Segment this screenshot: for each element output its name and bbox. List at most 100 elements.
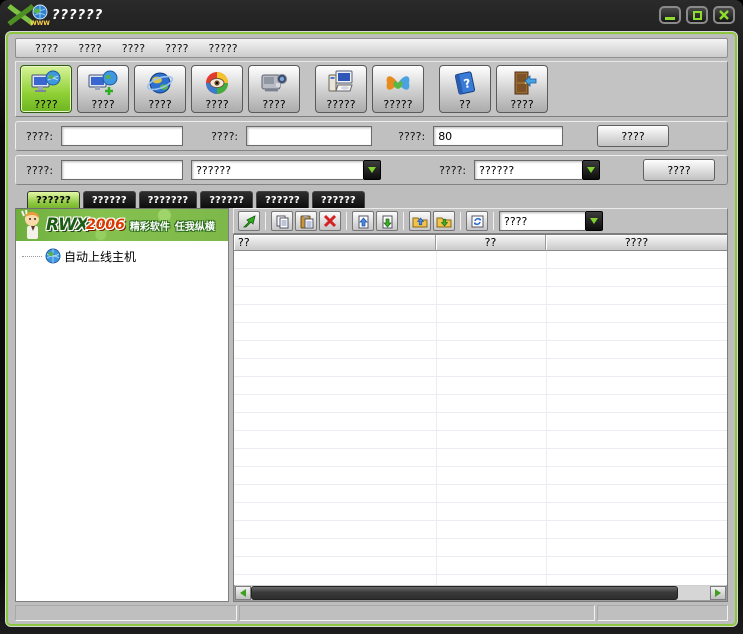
globe-icon — [45, 248, 61, 264]
option-combobox[interactable]: ?????? — [474, 160, 600, 180]
type-combobox[interactable]: ?????? — [191, 160, 381, 180]
minimize-button[interactable] — [659, 6, 681, 24]
combobox-dropdown-button[interactable] — [582, 160, 600, 180]
paste-icon — [299, 214, 314, 229]
tree-branch-line — [22, 256, 42, 257]
file-list-panel: ???? ?? ?? ???? — [233, 208, 728, 602]
toolbar-separator — [265, 212, 266, 230]
scrollbar-track[interactable] — [251, 586, 710, 600]
combobox-dropdown-button[interactable] — [363, 160, 381, 180]
list-toolbar: ???? — [233, 208, 728, 234]
combobox-dropdown-button[interactable] — [585, 211, 603, 231]
globe-www-icon: WWW — [30, 4, 50, 26]
column-header-type[interactable]: ???? — [546, 235, 727, 251]
titlebar[interactable]: WWW ?????? — [0, 0, 743, 30]
maximize-icon — [693, 11, 702, 20]
tree-item-label: 自动上线主机 — [64, 248, 136, 265]
status-cell-3 — [597, 605, 728, 621]
toolbar-button-add-host[interactable]: ???? — [77, 65, 129, 113]
tab-2[interactable]: ?????? — [83, 191, 136, 208]
statusbar — [15, 605, 728, 621]
refresh-button[interactable] — [466, 211, 488, 231]
run-arrow-icon — [242, 214, 257, 229]
connect-icon — [31, 68, 61, 98]
download-file-button[interactable] — [376, 211, 398, 231]
toolbar-button-exit[interactable]: ???? — [496, 65, 548, 113]
combobox-value: ?????? — [191, 160, 363, 180]
toolbar-button-help[interactable]: ? ?? — [439, 65, 491, 113]
toolbar-button-label: ???? — [148, 98, 171, 111]
chevron-down-icon — [590, 218, 598, 224]
host-input[interactable] — [61, 126, 183, 146]
status-cell-2 — [239, 605, 595, 621]
scroll-left-button[interactable] — [235, 586, 251, 600]
address-input[interactable] — [246, 126, 372, 146]
connection-bar: ????: ????: ????: ???? — [15, 121, 728, 151]
toolbar-button-label: ???? — [205, 98, 228, 111]
tab-5[interactable]: ?????? — [256, 191, 309, 208]
apply-button[interactable]: ???? — [643, 159, 715, 181]
chevron-down-icon — [587, 167, 595, 173]
copy-button[interactable] — [271, 211, 293, 231]
toolbar-button-label: ???? — [262, 98, 285, 111]
ad-banner[interactable]: RWX 2006 精彩软件 任我纵横 — [16, 209, 228, 241]
execute-button[interactable] — [238, 211, 260, 231]
menu-item-1[interactable]: ???? — [26, 41, 67, 56]
tab-4[interactable]: ?????? — [200, 191, 253, 208]
column-header-size[interactable]: ?? — [436, 235, 546, 251]
view-combobox[interactable]: ???? — [499, 211, 603, 231]
menu-item-2[interactable]: ???? — [69, 41, 110, 56]
app-window: WWW ?????? ???? ???? ???? ???? ????? — [0, 0, 743, 634]
svg-text:WWW: WWW — [30, 20, 50, 26]
upload-folder-button[interactable] — [409, 211, 431, 231]
toolbar-button-install[interactable]: ????? — [315, 65, 367, 113]
toolbar-button-connect[interactable]: ???? — [20, 65, 72, 113]
main-area: RWX 2006 精彩软件 任我纵横 自动上线主机 — [15, 208, 728, 602]
host-tree-panel: RWX 2006 精彩软件 任我纵横 自动上线主机 — [15, 208, 229, 602]
delete-button[interactable] — [319, 211, 341, 231]
tab-bar: ?????? ?????? ??????? ?????? ?????? ????… — [15, 191, 728, 208]
tree-item-auto-online-host[interactable]: 自动上线主机 — [16, 247, 228, 265]
toolbar-button-internet[interactable]: ???? — [134, 65, 186, 113]
toolbar-button-view[interactable]: ???? — [191, 65, 243, 113]
toolbar-button-label: ????? — [326, 98, 355, 111]
toolbar-button-msn[interactable]: ????? — [372, 65, 424, 113]
folder-download-icon — [436, 214, 452, 229]
banner-slogan-left: 精彩软件 — [130, 218, 170, 233]
tab-3[interactable]: ??????? — [139, 191, 198, 208]
scroll-right-button[interactable] — [710, 586, 726, 600]
paste-button[interactable] — [295, 211, 317, 231]
menubar: ???? ???? ???? ???? ????? — [15, 38, 728, 58]
column-header-name[interactable]: ?? — [234, 235, 436, 251]
toolbar-separator — [493, 212, 494, 230]
tab-1[interactable]: ?????? — [27, 191, 80, 208]
port-input[interactable] — [433, 126, 563, 146]
toolbar-separator — [403, 212, 404, 230]
menu-item-5[interactable]: ????? — [199, 41, 246, 56]
combobox-value: ?????? — [474, 160, 582, 180]
scrollbar-thumb[interactable] — [251, 586, 678, 600]
banner-slogan-right: 任我纵横 — [175, 218, 215, 233]
menu-item-4[interactable]: ???? — [156, 41, 197, 56]
close-button[interactable] — [713, 6, 735, 24]
toolbar-button-camera[interactable]: ???? — [248, 65, 300, 113]
menu-item-3[interactable]: ???? — [113, 41, 154, 56]
field-label: ????: — [398, 130, 425, 143]
toolbar-button-label: ?? — [459, 98, 471, 111]
connect-button[interactable]: ???? — [597, 125, 669, 147]
toolbar-separator — [346, 212, 347, 230]
toolbar-button-label: ????? — [383, 98, 412, 111]
download-folder-button[interactable] — [433, 211, 455, 231]
file-download-icon — [380, 214, 395, 229]
settings-bar: ????: ?????? ????: ?????? ???? — [15, 155, 728, 185]
folder-upload-icon — [412, 214, 428, 229]
horizontal-scrollbar[interactable] — [234, 585, 727, 601]
close-icon — [718, 9, 730, 21]
list-body[interactable] — [234, 251, 727, 585]
name-input[interactable] — [61, 160, 183, 180]
maximize-button[interactable] — [686, 6, 708, 24]
delete-x-icon — [323, 214, 337, 228]
tab-6[interactable]: ?????? — [312, 191, 365, 208]
upload-file-button[interactable] — [352, 211, 374, 231]
add-host-icon — [88, 68, 118, 98]
